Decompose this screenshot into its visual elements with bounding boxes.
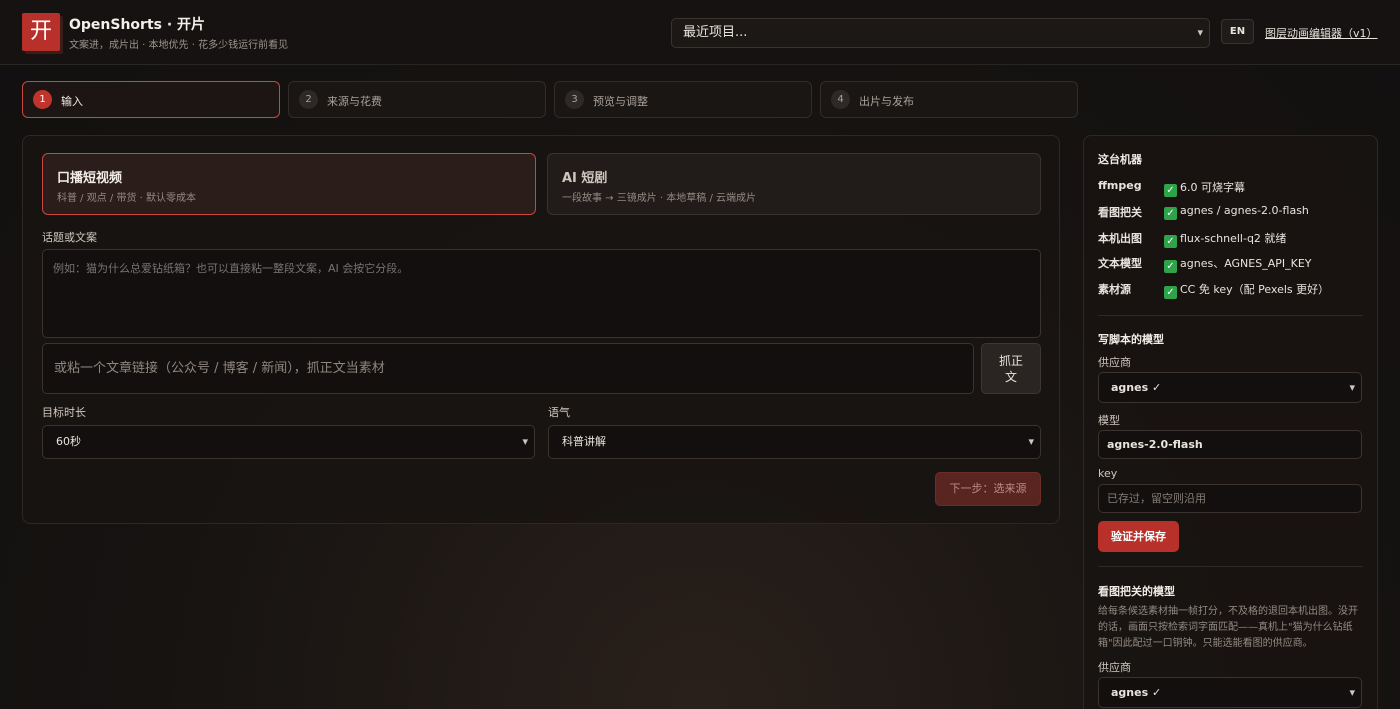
machine-value-text: agnes / agnes-2.0-flash (1180, 204, 1309, 217)
api-key-input[interactable]: 已存过，留空则沿用 (1098, 484, 1362, 513)
tone-value: 科普讲解 (562, 435, 606, 448)
machine-heading: 这台机器 (1098, 153, 1142, 166)
machine-value: ✓ flux-schnell-q2 就绪 (1164, 230, 1286, 248)
chevron-down-icon: ▾ (1349, 381, 1355, 394)
section-divider (1098, 315, 1363, 316)
chevron-down-icon: ▾ (1028, 435, 1034, 448)
step-number: 4 (831, 90, 850, 109)
recent-projects-select[interactable]: 最近项目... ▾ (671, 18, 1210, 48)
mode-title: 口播短视频 (57, 171, 123, 186)
machine-key: 本机出图 (1098, 232, 1142, 245)
chevron-down-icon: ▾ (1197, 26, 1203, 39)
model-label: 模型 (1098, 414, 1120, 427)
fetch-button-line: 抓正 (998, 354, 1023, 368)
duration-select[interactable]: 60秒 ▾ (42, 425, 535, 459)
language-toggle-button[interactable]: EN (1221, 19, 1254, 44)
duration-value: 60秒 (56, 435, 81, 448)
next-step-button[interactable]: 下一步：选来源 (935, 472, 1041, 506)
step-source-cost[interactable]: 2 来源与花费 (288, 81, 546, 118)
check-icon: ✓ (1164, 184, 1177, 197)
step-label: 出片与发布 (859, 95, 914, 108)
article-url-input[interactable]: 或粘一个文章链接（公众号 / 博客 / 新闻），抓正文当素材 (42, 343, 974, 394)
layer-animation-editor-link[interactable]: 图层动画编辑器（v1） (1265, 25, 1378, 41)
mode-description: 一段故事 → 三镜成片 · 本地草稿 / 云端成片 (562, 193, 756, 204)
provider-label: 供应商 (1098, 356, 1131, 369)
vision-provider-value: agnes ✓ (1111, 686, 1162, 699)
app-title: OpenShorts · 开片 (69, 17, 206, 33)
machine-key: 素材源 (1098, 283, 1131, 296)
machine-key: 看图把关 (1098, 206, 1142, 219)
step-number: 3 (565, 90, 584, 109)
machine-value-text: 6.0 可烧字幕 (1180, 181, 1245, 194)
check-icon: ✓ (1164, 286, 1177, 299)
step-label: 预览与调整 (593, 95, 648, 108)
machine-value: ✓ agnes / agnes-2.0-flash (1164, 204, 1309, 220)
chevron-down-icon: ▾ (522, 435, 528, 448)
fetch-article-button[interactable]: 抓正 文 (981, 343, 1041, 394)
script-provider-select[interactable]: agnes ✓ ▾ (1098, 372, 1362, 403)
mode-talking-short[interactable]: 口播短视频 科普 / 观点 / 带货 · 默认零成本 (42, 153, 536, 215)
machine-value: ✓ 6.0 可烧字幕 (1164, 179, 1245, 197)
provider-label: 供应商 (1098, 661, 1131, 674)
vision-provider-select[interactable]: agnes ✓ ▾ (1098, 677, 1362, 708)
vision-model-description: 给每条候选素材抽一帧打分，不及格的退回本机出图。没开的话，画面只按检索词字面匹配… (1098, 606, 1358, 649)
mode-ai-drama[interactable]: AI 短剧 一段故事 → 三镜成片 · 本地草稿 / 云端成片 (547, 153, 1041, 215)
step-label: 输入 (61, 95, 83, 108)
fetch-button-line: 文 (1004, 370, 1017, 384)
machine-value-text: agnes、AGNES_API_KEY (1180, 257, 1312, 270)
machine-key: 文本模型 (1098, 257, 1142, 270)
verify-save-button[interactable]: 验证并保存 (1098, 521, 1179, 552)
script-model-input[interactable]: agnes-2.0-flash (1098, 430, 1362, 459)
recent-projects-value: 最近项目... (683, 25, 748, 40)
input-card: 口播短视频 科普 / 观点 / 带货 · 默认零成本 AI 短剧 一段故事 → … (22, 135, 1060, 524)
check-icon: ✓ (1164, 207, 1177, 220)
machine-value: ✓ CC 免 key（配 Pexels 更好） (1164, 281, 1329, 299)
check-icon: ✓ (1164, 235, 1177, 248)
mode-title: AI 短剧 (562, 171, 608, 186)
section-divider (1098, 566, 1363, 567)
step-number: 1 (33, 90, 52, 109)
step-input[interactable]: 1 输入 (22, 81, 280, 118)
key-label: key (1098, 467, 1118, 480)
app-subtitle: 文案进，成片出 · 本地优先 · 花多少钱运行前看见 (69, 40, 289, 51)
app-logo: 开 (22, 13, 60, 51)
chevron-down-icon: ▾ (1349, 686, 1355, 699)
tone-select[interactable]: 科普讲解 ▾ (548, 425, 1041, 459)
step-label: 来源与花费 (327, 95, 382, 108)
topic-textarea[interactable] (42, 249, 1041, 338)
vision-model-heading: 看图把关的模型 (1098, 585, 1175, 598)
check-icon: ✓ (1164, 260, 1177, 273)
machine-value-text: CC 免 key（配 Pexels 更好） (1180, 283, 1330, 296)
script-provider-value: agnes ✓ (1111, 381, 1162, 394)
script-model-heading: 写脚本的模型 (1098, 333, 1164, 346)
machine-value-text: flux-schnell-q2 就绪 (1180, 232, 1287, 245)
machine-key: ffmpeg (1098, 179, 1142, 192)
step-number: 2 (299, 90, 318, 109)
mode-description: 科普 / 观点 / 带货 · 默认零成本 (57, 193, 196, 204)
app-header: 开 OpenShorts · 开片 文案进，成片出 · 本地优先 · 花多少钱运… (0, 0, 1400, 65)
step-render-publish[interactable]: 4 出片与发布 (820, 81, 1078, 118)
duration-label: 目标时长 (42, 406, 86, 419)
step-preview-adjust[interactable]: 3 预览与调整 (554, 81, 812, 118)
machine-sidebar: 这台机器 ffmpeg ✓ 6.0 可烧字幕 看图把关 ✓ agnes / agne… (1083, 135, 1378, 709)
topic-label: 话题或文案 (42, 231, 97, 244)
tone-label: 语气 (548, 406, 570, 419)
machine-value: ✓ agnes、AGNES_API_KEY (1164, 255, 1312, 273)
